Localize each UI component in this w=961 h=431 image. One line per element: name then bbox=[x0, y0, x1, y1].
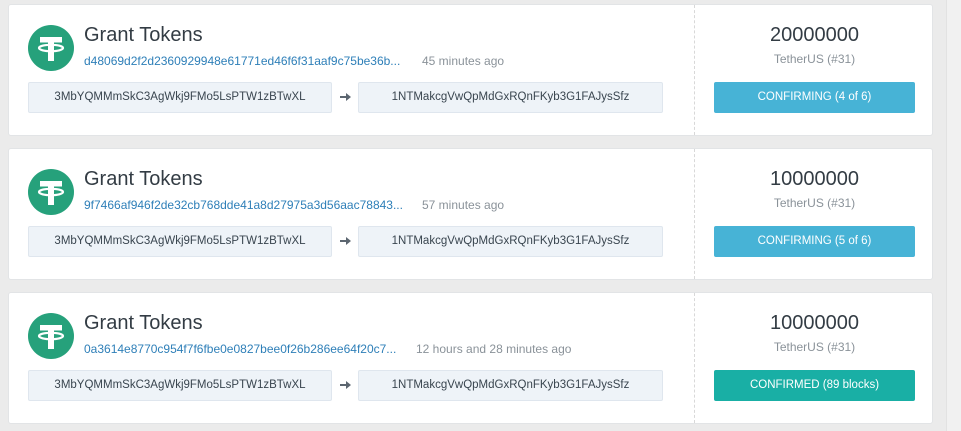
status-badge[interactable]: CONFIRMING (4 of 6) bbox=[714, 82, 915, 113]
transaction-time: 12 hours and 28 minutes ago bbox=[416, 342, 572, 356]
tether-logo-icon bbox=[28, 313, 74, 359]
token-name: TetherUS (#31) bbox=[773, 340, 856, 354]
from-address[interactable]: 3MbYQMMmSkC3AgWkj9FMo5LsPTW1zBTwXL bbox=[28, 226, 332, 257]
token-name: TetherUS (#31) bbox=[773, 52, 856, 66]
transaction-hash-link[interactable]: d48069d2f2d2360929948e61771ed46f6f31aaf9… bbox=[84, 54, 414, 68]
token-amount: 10000000 bbox=[770, 312, 859, 334]
tether-logo-icon bbox=[28, 25, 74, 71]
arrow-right-icon bbox=[338, 90, 352, 104]
to-address[interactable]: 1NTMakcgVwQpMdGxRQnFKyb3G1FAJysSfz bbox=[358, 370, 663, 401]
transaction-card: Grant Tokens 0a3614e8770c954f7f6fbe0e082… bbox=[8, 292, 933, 424]
token-amount: 10000000 bbox=[770, 168, 859, 190]
transaction-title: Grant Tokens bbox=[84, 312, 203, 334]
status-badge[interactable]: CONFIRMING (5 of 6) bbox=[714, 226, 915, 257]
transaction-title: Grant Tokens bbox=[84, 24, 203, 46]
transaction-time: 45 minutes ago bbox=[422, 54, 505, 68]
arrow-right-icon bbox=[338, 378, 352, 392]
status-badge[interactable]: CONFIRMED (89 blocks) bbox=[714, 370, 915, 401]
token-amount: 20000000 bbox=[770, 24, 859, 46]
transaction-hash-link[interactable]: 9f7466af946f2de32cb768dde41a8d27975a3d56… bbox=[84, 198, 414, 212]
tether-logo-icon bbox=[28, 169, 74, 215]
from-address[interactable]: 3MbYQMMmSkC3AgWkj9FMo5LsPTW1zBTwXL bbox=[28, 82, 332, 113]
vertical-scrollbar[interactable] bbox=[946, 0, 961, 431]
transaction-card: Grant Tokens 9f7466af946f2de32cb768dde41… bbox=[8, 148, 933, 280]
transaction-card: Grant Tokens d48069d2f2d2360929948e61771… bbox=[8, 4, 933, 136]
token-name: TetherUS (#31) bbox=[773, 196, 856, 210]
arrow-right-icon bbox=[338, 234, 352, 248]
to-address[interactable]: 1NTMakcgVwQpMdGxRQnFKyb3G1FAJysSfz bbox=[358, 82, 663, 113]
transaction-title: Grant Tokens bbox=[84, 168, 203, 190]
from-address[interactable]: 3MbYQMMmSkC3AgWkj9FMo5LsPTW1zBTwXL bbox=[28, 370, 332, 401]
transaction-time: 57 minutes ago bbox=[422, 198, 505, 212]
transaction-hash-link[interactable]: 0a3614e8770c954f7f6fbe0e0827bee0f26b286e… bbox=[84, 342, 407, 356]
to-address[interactable]: 1NTMakcgVwQpMdGxRQnFKyb3G1FAJysSfz bbox=[358, 226, 663, 257]
